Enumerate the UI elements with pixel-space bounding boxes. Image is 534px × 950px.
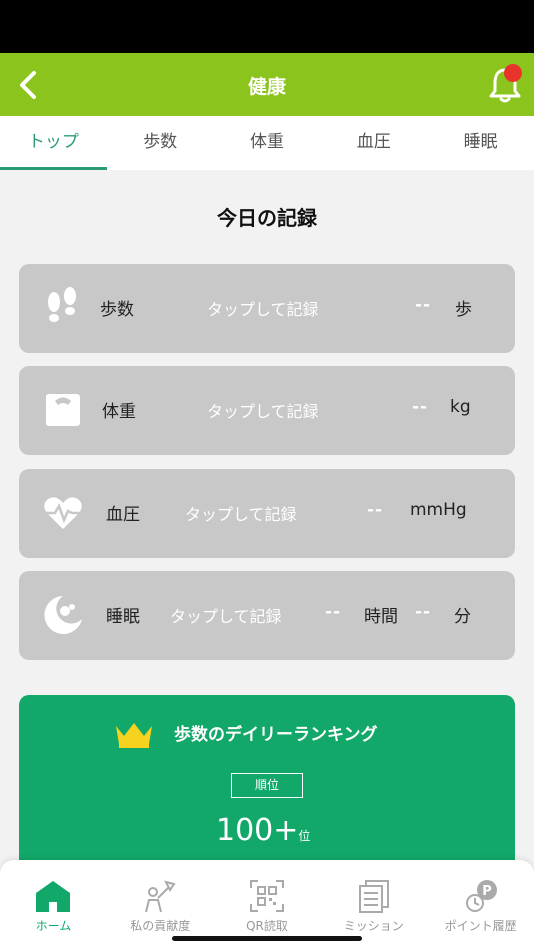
app-header: 健康 (0, 53, 534, 116)
nav-qr-scan-label: QR読取 (246, 919, 288, 933)
tab-steps[interactable]: 歩数 (107, 116, 214, 170)
weight-value: -- (412, 397, 429, 417)
steps-value: -- (415, 295, 432, 315)
blood-pressure-hint: タップして記録 (185, 505, 297, 524)
tab-bar: トップ 歩数 体重 血圧 睡眠 (0, 116, 534, 170)
tab-blood-pressure[interactable]: 血圧 (320, 116, 427, 170)
tab-weight[interactable]: 体重 (214, 116, 321, 170)
section-title: 今日の記録 (217, 206, 317, 230)
nav-point-history-label: ポイント履歴 (444, 919, 517, 933)
sleep-label: 睡眠 (106, 607, 140, 627)
nav-home[interactable]: ホーム (0, 860, 107, 950)
tab-top[interactable]: トップ (0, 116, 107, 170)
nav-mission-label: ミッション (343, 919, 404, 933)
steps-label: 歩数 (100, 300, 134, 320)
weight-label: 体重 (102, 402, 136, 422)
notification-badge (504, 64, 522, 82)
contribution-icon (145, 880, 176, 913)
tab-sleep[interactable]: 睡眠 (427, 116, 534, 170)
blood-pressure-unit: mmHg (410, 500, 467, 520)
blood-pressure-value: -- (367, 500, 384, 520)
status-bar (0, 0, 534, 53)
sleep-hint: タップして記録 (170, 607, 282, 626)
ranking-title: 歩数のデイリーランキング (174, 725, 378, 745)
sleep-hours-value: -- (325, 602, 342, 622)
footprints-icon (48, 287, 76, 322)
weight-unit: kg (450, 397, 471, 417)
heartbeat-icon (43, 497, 83, 529)
page-title: 健康 (247, 76, 286, 98)
steps-unit: 歩 (455, 300, 472, 320)
rank-number: 100+ (216, 813, 299, 848)
weight-hint: タップして記録 (207, 402, 319, 421)
weight-record-card[interactable]: 体重 タップして記録 -- kg (19, 366, 515, 455)
qr-scan-icon (249, 880, 284, 912)
moon-icon (44, 596, 82, 634)
nav-home-label: ホーム (35, 919, 72, 933)
rank-suffix: 位 (298, 829, 311, 843)
sleep-record-card[interactable]: 睡眠 タップして記録 -- 時間 -- 分 (19, 571, 515, 660)
sleep-minutes-unit: 分 (454, 607, 471, 627)
rank-order-label: 順位 (231, 773, 303, 798)
nav-contribution-label: 私の貢献度 (130, 919, 191, 933)
blood-pressure-record-card[interactable]: 血圧 タップして記録 -- mmHg (19, 469, 515, 558)
home-icon (36, 881, 71, 912)
point-history-icon: P (465, 880, 497, 912)
sleep-hours-unit: 時間 (364, 607, 398, 627)
blood-pressure-label: 血圧 (106, 505, 140, 525)
crown-icon (116, 723, 152, 748)
nav-point-history[interactable]: P ポイント履歴 (427, 860, 534, 950)
steps-record-card[interactable]: 歩数 タップして記録 -- 歩 (19, 264, 515, 353)
sleep-minutes-value: -- (415, 602, 432, 622)
daily-ranking-card[interactable]: 歩数のデイリーランキング 順位 100+位 (19, 695, 515, 885)
rank-value: 100+位 (216, 813, 310, 848)
steps-hint: タップして記録 (207, 300, 319, 319)
mission-icon (358, 880, 389, 913)
scale-icon (46, 394, 80, 426)
home-indicator (172, 936, 362, 941)
svg-text:P: P (482, 884, 492, 899)
